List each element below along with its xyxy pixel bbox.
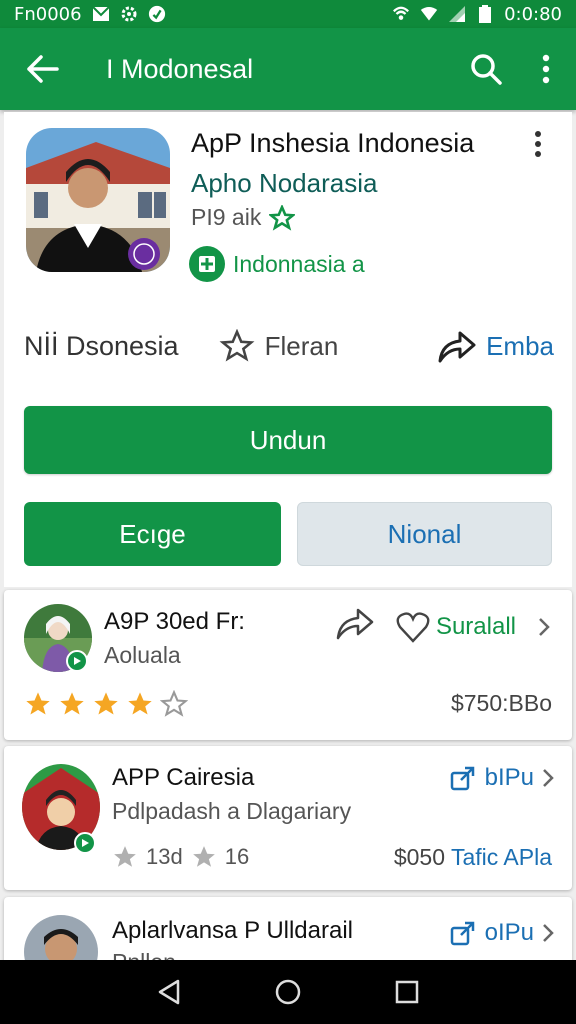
- app-name: ApP Inshesia Indonesia: [191, 128, 475, 158]
- app-more-button[interactable]: [520, 126, 556, 162]
- heart-outline-icon: [396, 611, 430, 643]
- verified-badge-icon: [74, 832, 96, 854]
- share-button[interactable]: Emba: [436, 329, 554, 363]
- nav-recents-button[interactable]: [387, 972, 427, 1012]
- stat-value: 13d: [146, 844, 183, 869]
- list-item[interactable]: A9P 30ed Fr: Aoluala Suralall $750:BBo: [4, 590, 572, 740]
- verified-badge-icon: [66, 650, 88, 672]
- item-price: $050 Tafic APla: [394, 844, 552, 871]
- wifi-icon: [420, 5, 438, 23]
- list-item[interactable]: APP Cairesia Pdlpadash a Dlagariary bIPu…: [4, 746, 572, 890]
- status-time-left: Fn0006: [14, 3, 82, 25]
- app-header-card: ApP Inshesia Indonesia Apho Nodarasia PI…: [4, 112, 572, 587]
- rating-stars: [24, 690, 188, 718]
- item-action-label: bIPu: [484, 764, 534, 791]
- search-icon: [471, 54, 502, 85]
- item-title: APP Cairesia: [112, 764, 255, 791]
- item-price: $750:BBo: [450, 690, 552, 716]
- arrow-left-icon: [27, 55, 59, 83]
- list-item[interactable]: Aplarlvansa P Ulldarail Pnllen oIPu: [4, 897, 572, 967]
- chevron-right-icon: [543, 769, 554, 787]
- app-bar: I Modonesal: [0, 28, 576, 110]
- more-vert-icon: [542, 54, 550, 84]
- item-action-label: oIPu: [484, 919, 534, 946]
- hotspot-icon: [392, 5, 410, 23]
- secondary-left-button[interactable]: Ecıge: [24, 502, 281, 566]
- item-subtitle: Aoluala: [104, 642, 181, 668]
- item-action-label: Suralall: [435, 612, 516, 640]
- back-button[interactable]: [0, 28, 84, 110]
- system-nav-bar: [0, 960, 576, 1024]
- circle-home-icon: [275, 979, 301, 1005]
- item-open-button[interactable]: oIPu: [449, 919, 554, 947]
- overflow-menu-button[interactable]: [516, 28, 576, 110]
- item-stats: 13d 16: [112, 844, 249, 870]
- more-vert-icon: [535, 131, 541, 157]
- battery-icon: [476, 5, 494, 23]
- secondary-right-button[interactable]: Nional: [297, 502, 552, 566]
- chevron-right-icon: [543, 924, 554, 942]
- item-subtitle: Pdlpadash a Dlagariary: [112, 798, 352, 824]
- star-outline-icon: [219, 329, 255, 362]
- chevron-right-icon[interactable]: [538, 615, 556, 639]
- star-filled-icon: [60, 692, 84, 715]
- category-row[interactable]: Indonnasia a: [189, 246, 365, 282]
- stat-value: 16: [224, 844, 250, 869]
- install-button[interactable]: Undun: [24, 406, 552, 474]
- wishlist-label: Fleran: [264, 330, 339, 361]
- developer-name[interactable]: PI9 aik: [191, 204, 261, 231]
- share-icon: [438, 331, 476, 363]
- app-subname: Apho Nodarasia: [191, 168, 378, 198]
- star-outline-icon: [160, 690, 188, 717]
- category-icon: [189, 246, 225, 282]
- star-filled-icon: [94, 692, 118, 715]
- wishlist-button[interactable]: Fleran: [219, 329, 339, 363]
- share-icon: [336, 608, 374, 640]
- share-button[interactable]: [334, 606, 374, 647]
- share-label: Emba: [486, 330, 554, 361]
- status-bar: Fn0006 0:0:80: [0, 0, 576, 28]
- signal-icon: [448, 5, 466, 23]
- nav-back-button[interactable]: [149, 972, 189, 1012]
- star-filled-icon: [128, 692, 152, 715]
- item-title: Aplarlvansa P Ulldarail: [112, 917, 354, 944]
- developer-row: PI9 aik: [191, 204, 296, 231]
- open-external-icon: [450, 921, 474, 946]
- open-external-icon: [450, 766, 474, 791]
- notification-icon: [148, 5, 166, 23]
- star-filled-icon: [192, 846, 215, 867]
- mail-icon: [91, 5, 110, 23]
- action-first-label: Nİİ Dsonesia: [24, 330, 179, 361]
- item-title: A9P 30ed Fr:: [104, 608, 245, 635]
- nav-home-button[interactable]: [268, 972, 308, 1012]
- star-filled-icon: [26, 692, 50, 715]
- page-title: I Modonesal: [106, 53, 254, 84]
- app-icon: [26, 128, 170, 272]
- actions-row: Nİİ Dsonesia Fleran Emba: [24, 322, 554, 370]
- category-label: Indonnasia a: [233, 250, 365, 277]
- item-price-prefix: $050: [393, 844, 446, 870]
- favorite-button[interactable]: Suralall: [396, 611, 516, 643]
- triangle-back-icon: [159, 979, 180, 1005]
- action-first[interactable]: Nİİ Dsonesia: [24, 331, 179, 362]
- item-actions: Suralall: [334, 606, 556, 647]
- star-outline-icon: [269, 204, 296, 231]
- square-recents-icon: [395, 980, 418, 1004]
- search-button[interactable]: [456, 28, 516, 110]
- gear-icon: [120, 5, 138, 23]
- status-time-right: 0:0:80: [504, 3, 562, 25]
- star-filled-icon: [114, 846, 136, 867]
- item-price-text: Tafic APla: [451, 844, 552, 870]
- item-open-button[interactable]: bIPu: [449, 764, 554, 792]
